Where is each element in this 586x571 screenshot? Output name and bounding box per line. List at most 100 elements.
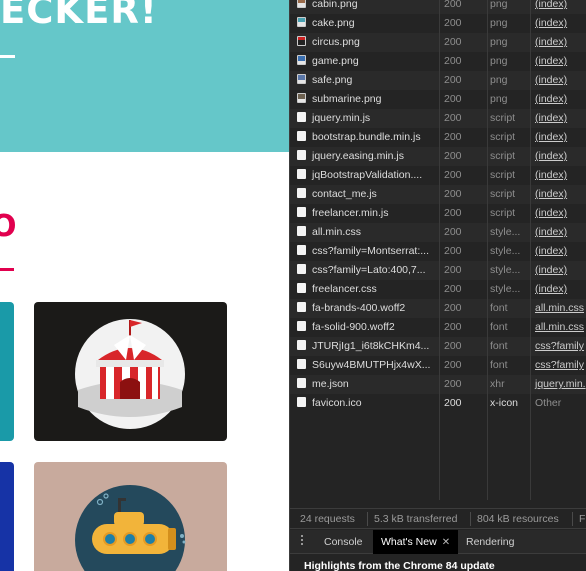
- tab-console[interactable]: Console: [316, 530, 371, 554]
- request-name-cell[interactable]: favicon.ico: [290, 394, 440, 413]
- file-icon: [297, 131, 306, 141]
- initiator-link[interactable]: css?family: [532, 337, 586, 356]
- request-name: css?family=Lato:400,7...: [312, 264, 426, 276]
- initiator-link[interactable]: (index): [532, 14, 586, 33]
- portfolio-card-submarine[interactable]: [34, 462, 227, 571]
- initiator-link[interactable]: (index): [532, 185, 586, 204]
- request-name-cell[interactable]: all.min.css: [290, 223, 440, 242]
- initiator-link[interactable]: (index): [532, 71, 586, 90]
- portfolio-card-circus[interactable]: [34, 302, 227, 441]
- resources-size: 804 kB resources: [477, 513, 559, 525]
- table-row[interactable]: circus.png 200 png (index): [290, 33, 586, 52]
- table-row[interactable]: JTURjIg1_i6t8kCHKm4... 200 font css?family: [290, 337, 586, 356]
- request-name-cell[interactable]: jquery.easing.min.js: [290, 147, 440, 166]
- table-row[interactable]: contact_me.js 200 script (index): [290, 185, 586, 204]
- table-row[interactable]: jqBootstrapValidation.... 200 script (index…: [290, 166, 586, 185]
- table-row[interactable]: jquery.min.js 200 script (index): [290, 109, 586, 128]
- more-options-icon[interactable]: [301, 535, 304, 549]
- table-row[interactable]: all.min.css 200 style... (index): [290, 223, 586, 242]
- table-row[interactable]: S6uyw4BMUTPHjx4wX... 200 font css?family: [290, 356, 586, 375]
- table-row[interactable]: safe.png 200 png (index): [290, 71, 586, 90]
- initiator-link[interactable]: (index): [532, 52, 586, 71]
- column-divider[interactable]: [530, 0, 531, 500]
- table-row[interactable]: favicon.ico 200 x-icon Other: [290, 394, 586, 413]
- table-row[interactable]: freelancer.min.js 200 script (index): [290, 204, 586, 223]
- request-name-cell[interactable]: contact_me.js: [290, 185, 440, 204]
- request-name-cell[interactable]: bootstrap.bundle.min.js: [290, 128, 440, 147]
- table-row[interactable]: cabin.png 200 png (index): [290, 0, 586, 14]
- initiator-link[interactable]: (index): [532, 0, 586, 14]
- table-row[interactable]: freelancer.css 200 style... (index): [290, 280, 586, 299]
- table-row[interactable]: css?family=Lato:400,7... 200 style... (inde…: [290, 261, 586, 280]
- request-name-cell[interactable]: me.json: [290, 375, 440, 394]
- request-name-cell[interactable]: jqBootstrapValidation....: [290, 166, 440, 185]
- request-name-cell[interactable]: game.png: [290, 52, 440, 71]
- image-file-icon: [297, 55, 306, 65]
- whats-new-panel: Highlights from the Chrome 84 update: [290, 555, 586, 571]
- table-row[interactable]: submarine.png 200 png (index): [290, 90, 586, 109]
- request-name-cell[interactable]: css?family=Lato:400,7...: [290, 261, 440, 280]
- initiator-link[interactable]: (index): [532, 33, 586, 52]
- table-row[interactable]: bootstrap.bundle.min.js 200 script (index): [290, 128, 586, 147]
- status-cell: 200: [444, 302, 462, 314]
- request-name-cell[interactable]: JTURjIg1_i6t8kCHKm4...: [290, 337, 440, 356]
- request-name: freelancer.min.js: [312, 207, 389, 219]
- request-name-cell[interactable]: fa-solid-900.woff2: [290, 318, 440, 337]
- table-row[interactable]: game.png 200 png (index): [290, 52, 586, 71]
- request-name-cell[interactable]: css?family=Montserrat:...: [290, 242, 440, 261]
- initiator-link[interactable]: (index): [532, 109, 586, 128]
- initiator-link[interactable]: all.min.css: [532, 299, 586, 318]
- type-cell: x-icon: [490, 397, 519, 409]
- tab-whats-new[interactable]: What's New ✕: [373, 530, 459, 554]
- type-cell: style...: [490, 283, 521, 295]
- request-name-cell[interactable]: freelancer.min.js: [290, 204, 440, 223]
- column-divider[interactable]: [487, 0, 488, 500]
- initiator-link[interactable]: jquery.min.: [532, 375, 586, 394]
- request-name-cell[interactable]: submarine.png: [290, 90, 440, 109]
- table-row[interactable]: css?family=Montserrat:... 200 style... (ind…: [290, 242, 586, 261]
- initiator-link[interactable]: (index): [532, 280, 586, 299]
- request-name-cell[interactable]: cabin.png: [290, 0, 440, 14]
- type-cell: png: [490, 17, 508, 29]
- request-name-cell[interactable]: cake.png: [290, 14, 440, 33]
- file-icon: [297, 359, 306, 369]
- request-name-cell[interactable]: S6uyw4BMUTPHjx4wX...: [290, 356, 440, 375]
- hero-divider: [0, 55, 15, 58]
- initiator-link[interactable]: (index): [532, 90, 586, 109]
- initiator-link[interactable]: (index): [532, 223, 586, 242]
- column-divider[interactable]: [439, 0, 440, 500]
- request-name-cell[interactable]: circus.png: [290, 33, 440, 52]
- status-cell: 200: [444, 397, 462, 409]
- file-icon: [297, 397, 306, 407]
- status-cell: 200: [444, 112, 462, 124]
- table-row[interactable]: me.json 200 xhr jquery.min.: [290, 375, 586, 394]
- request-name-cell[interactable]: freelancer.css: [290, 280, 440, 299]
- request-name-cell[interactable]: jquery.min.js: [290, 109, 440, 128]
- initiator-link[interactable]: (index): [532, 242, 586, 261]
- table-row[interactable]: cake.png 200 png (index): [290, 14, 586, 33]
- initiator-link[interactable]: css?family: [532, 356, 586, 375]
- table-row[interactable]: fa-brands-400.woff2 200 font all.min.css: [290, 299, 586, 318]
- initiator-link[interactable]: (index): [532, 128, 586, 147]
- initiator-link[interactable]: (index): [532, 147, 586, 166]
- table-row[interactable]: jquery.easing.min.js 200 script (index): [290, 147, 586, 166]
- request-name: favicon.ico: [312, 397, 362, 409]
- status-cell: 200: [444, 283, 462, 295]
- initiator-link[interactable]: all.min.css: [532, 318, 586, 337]
- initiator-link[interactable]: (index): [532, 204, 586, 223]
- file-icon: [297, 302, 306, 312]
- file-icon: [297, 264, 306, 274]
- tab-rendering[interactable]: Rendering: [458, 530, 522, 554]
- table-row[interactable]: fa-solid-900.woff2 200 font all.min.css: [290, 318, 586, 337]
- portfolio-card-cabin[interactable]: [0, 302, 14, 441]
- initiator-link[interactable]: (index): [532, 261, 586, 280]
- initiator-link[interactable]: (index): [532, 166, 586, 185]
- close-icon[interactable]: ✕: [442, 537, 450, 548]
- type-cell: script: [490, 150, 516, 162]
- request-name-cell[interactable]: fa-brands-400.woff2: [290, 299, 440, 318]
- request-name-cell[interactable]: safe.png: [290, 71, 440, 90]
- status-cell: 200: [444, 226, 462, 238]
- file-icon: [297, 283, 306, 293]
- summary-separator: [470, 512, 471, 526]
- portfolio-card-game[interactable]: [0, 462, 14, 571]
